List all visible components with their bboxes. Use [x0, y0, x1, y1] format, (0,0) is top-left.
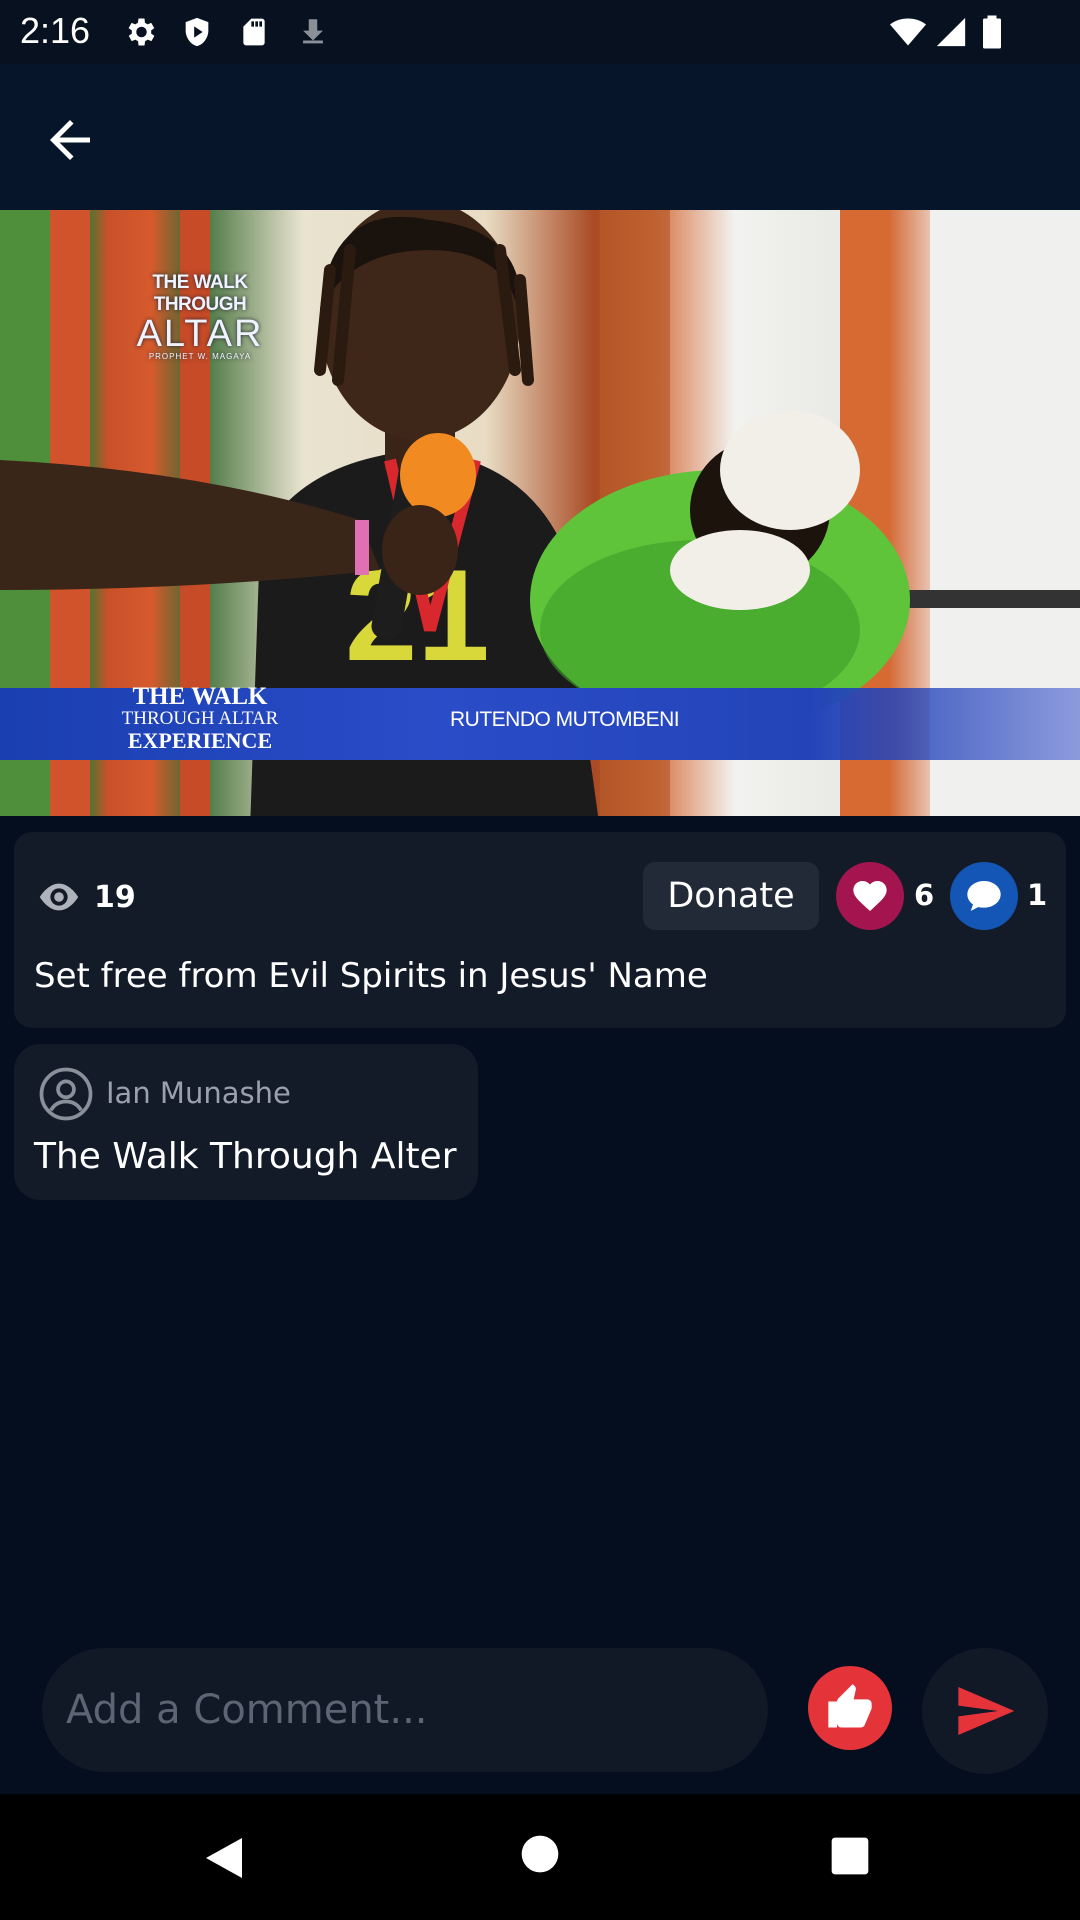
brand-line3: EXPERIENCE — [127, 728, 273, 753]
like-button[interactable] — [836, 862, 904, 930]
author-name: Ian Munashe — [106, 1076, 291, 1110]
comment-count-button[interactable] — [950, 862, 1018, 930]
video-player[interactable]: 21 THE WALK THROUGH ALTAR PROPHET W. MAG… — [0, 210, 1080, 816]
signal-icon — [936, 17, 966, 47]
overlay-logo-line1: THE WALK THROUGH — [152, 272, 248, 315]
comment-input[interactable] — [42, 1648, 768, 1772]
download-icon — [303, 19, 323, 44]
sd-card-icon — [243, 18, 265, 46]
system-nav-bar — [0, 1794, 1080, 1920]
overlay-logo-line3: PROPHET W. MAGAYA — [148, 352, 252, 361]
brand-line1: THE WALK — [132, 683, 268, 710]
avatar-icon — [39, 1067, 93, 1121]
send-icon — [958, 1687, 1015, 1735]
status-time: 2:16 — [20, 10, 91, 51]
send-button[interactable] — [922, 1648, 1048, 1774]
heart-icon — [853, 881, 887, 911]
lower-third-brand: THE WALK THROUGH ALTAR EXPERIENCE — [120, 683, 280, 753]
post-title: Set free from Evil Spirits in Jesus' Nam… — [34, 956, 708, 996]
nav-home-icon[interactable] — [520, 1834, 560, 1874]
overlay-logo-line2: ALTAR — [136, 313, 264, 355]
post-info-card: 19 Donate 6 1 Set free from Evil Spirits… — [14, 832, 1066, 1028]
nav-back-icon[interactable] — [202, 1834, 246, 1882]
app-bar — [0, 64, 1080, 210]
shield-icon — [185, 17, 209, 47]
views: 19 — [36, 874, 136, 920]
lower-third-name: RUTENDO MUTOMBENI — [450, 708, 680, 731]
wifi-icon — [890, 18, 926, 46]
author-comment-text: The Walk Through Alter — [34, 1136, 457, 1177]
chat-bubble-icon — [967, 881, 1001, 911]
views-count: 19 — [94, 879, 136, 915]
comment-count: 1 — [1027, 878, 1048, 912]
brand-line2: THROUGH ALTAR — [121, 708, 279, 729]
thumbs-up-icon — [828, 1684, 872, 1728]
status-bar: 2:16 — [0, 0, 1080, 64]
author-comment-card: Ian Munashe The Walk Through Alter — [14, 1044, 478, 1200]
nav-recents-icon[interactable] — [830, 1836, 870, 1876]
eye-icon — [39, 883, 79, 911]
like-count: 6 — [914, 878, 935, 912]
video-overlay-logo: THE WALK THROUGH ALTAR PROPHET W. MAGAYA — [105, 272, 295, 361]
donate-button[interactable]: Donate — [643, 862, 819, 930]
battery-icon — [983, 15, 1001, 49]
thumbs-up-button[interactable] — [808, 1666, 892, 1750]
arrow-back-icon[interactable] — [40, 110, 100, 170]
settings-icon — [128, 18, 155, 46]
